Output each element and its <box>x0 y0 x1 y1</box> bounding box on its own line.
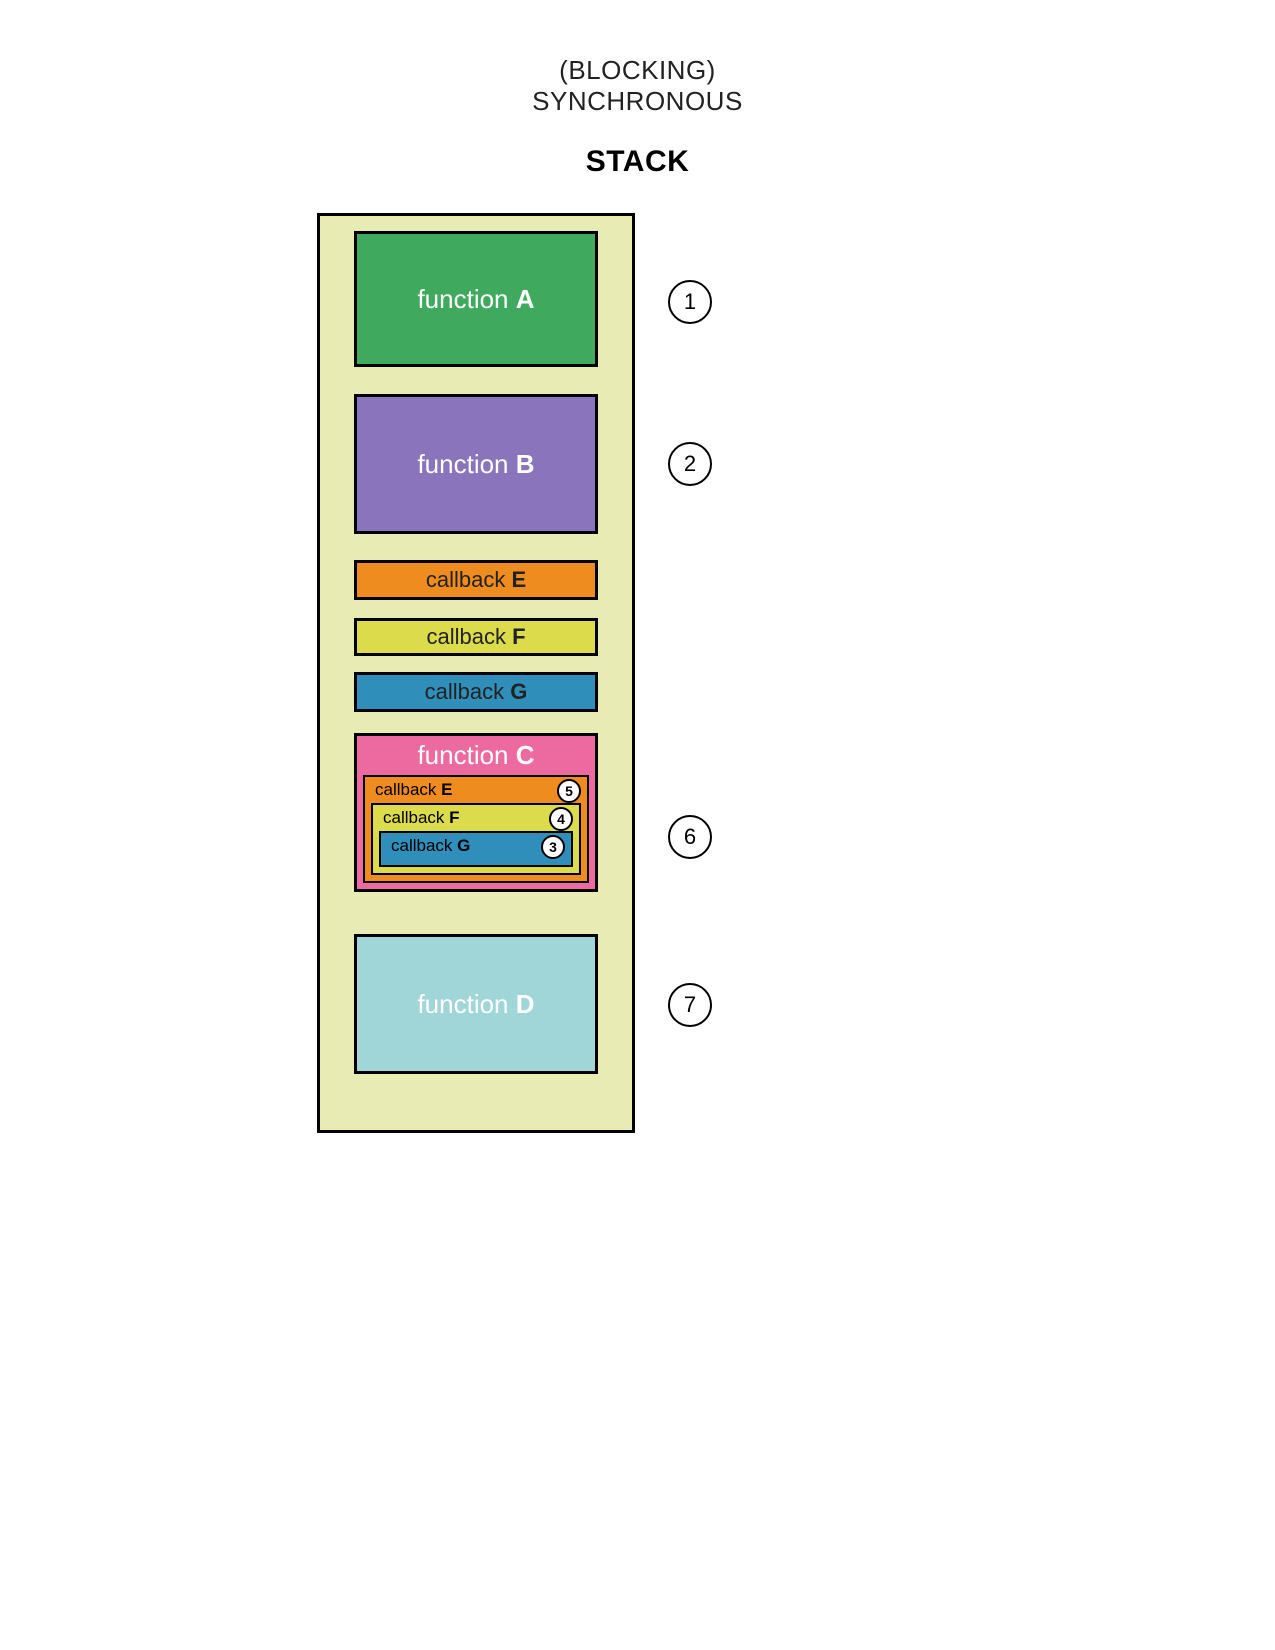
callback-e-label: callback E <box>426 567 526 593</box>
callback-f-box: callback F <box>354 618 598 656</box>
header-synchronous-label: SYNCHRONOUS <box>0 86 1275 117</box>
function-d-label: function D <box>417 989 534 1020</box>
function-c-box: function C callback E 5 callback F 4 cal… <box>354 733 598 892</box>
stack-container: function A function B callback E callbac… <box>317 213 635 1133</box>
function-a-label: function A <box>417 284 534 315</box>
step-bubble-7: 7 <box>668 983 712 1027</box>
callback-g-label: callback G <box>425 679 528 705</box>
step-bubble-6: 6 <box>668 815 712 859</box>
function-d-box: function D <box>354 934 598 1074</box>
step-bubble-4: 4 <box>549 807 573 831</box>
step-bubble-1: 1 <box>668 280 712 324</box>
function-b-label: function B <box>417 449 534 480</box>
nested-callback-e-box: callback E 5 callback F 4 callback G 3 <box>363 775 589 883</box>
function-a-box: function A <box>354 231 598 367</box>
function-b-box: function B <box>354 394 598 534</box>
nested-callback-e-label: callback E <box>365 777 587 803</box>
nested-callback-f-box: callback F 4 callback G 3 <box>371 803 581 875</box>
diagram-header: (BLOCKING) SYNCHRONOUS STACK <box>0 55 1275 179</box>
nested-callback-g-box: callback G 3 <box>379 831 573 867</box>
step-bubble-2: 2 <box>668 442 712 486</box>
step-bubble-3: 3 <box>541 835 565 859</box>
callback-f-label: callback F <box>426 624 525 650</box>
callback-g-box: callback G <box>354 672 598 712</box>
header-blocking-label: (BLOCKING) <box>0 55 1275 86</box>
function-c-label: function C <box>357 736 595 773</box>
header-stack-label: STACK <box>0 145 1275 179</box>
callback-e-box: callback E <box>354 560 598 600</box>
step-bubble-5: 5 <box>557 779 581 803</box>
